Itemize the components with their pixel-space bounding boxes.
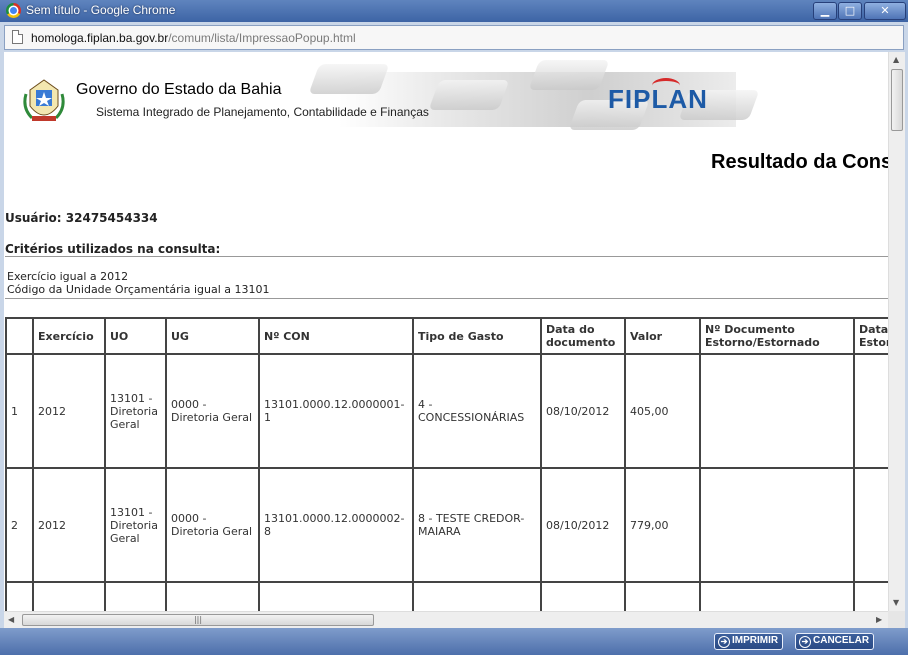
gov-title: Governo do Estado da Bahia (76, 81, 282, 98)
table-cell (104, 581, 167, 611)
table-cell: 8 - TESTE CREDOR-MAIARA (412, 467, 542, 583)
table-cell (853, 581, 888, 611)
bottom-action-bar: ➔ IMPRIMIR ➔ CANCELAR (0, 628, 908, 655)
table-row (5, 581, 888, 611)
column-header-data-documento: Data do documento (540, 317, 626, 355)
url-path: /comum/lista/ImpressaoPopup.html (168, 31, 356, 45)
table-cell (258, 581, 414, 611)
table-header-row: Exercício UO UG Nº CON Tipo de Gasto Dat… (5, 317, 888, 355)
criteria-box: Exercício igual a 2012 Código da Unidade… (5, 256, 888, 299)
criteria-line: Código da Unidade Orçamentária igual a 1… (7, 283, 270, 296)
column-header-index (5, 317, 34, 355)
column-header-tipo-gasto: Tipo de Gasto (412, 317, 542, 355)
address-bar[interactable]: homologa.fiplan.ba.gov.br/comum/lista/Im… (4, 25, 904, 50)
horizontal-scroll-thumb[interactable]: ||| (22, 614, 374, 626)
column-header-data-estorno: Data Estorno (853, 317, 888, 355)
criteria-line: Exercício igual a 2012 (7, 270, 129, 283)
vertical-scrollbar[interactable]: ▲ ▼ (888, 52, 905, 611)
page-title: Resultado da Consulta (711, 151, 888, 173)
table-cell (540, 581, 626, 611)
table-cell (853, 353, 888, 469)
table-cell: 13101 - Diretoria Geral (104, 353, 167, 469)
table-cell (624, 581, 701, 611)
table-cell (165, 581, 260, 611)
table-cell: 13101 - Diretoria Geral (104, 467, 167, 583)
window-titlebar: Sem título - Google Chrome ▁ □ ✕ (0, 0, 908, 22)
scroll-down-arrow-icon[interactable]: ▼ (893, 598, 899, 607)
close-button[interactable]: ✕ (864, 2, 906, 20)
table-cell: 13101.0000.12.0000001-1 (258, 353, 414, 469)
keyboard-key-decoration (308, 64, 390, 94)
url-text[interactable]: homologa.fiplan.ba.gov.br/comum/lista/Im… (31, 31, 356, 45)
table-cell: 2012 (32, 467, 106, 583)
criteria-label: Critérios utilizados na consulta: (5, 242, 221, 256)
page-viewport: Governo do Estado da Bahia Sistema Integ… (4, 52, 888, 611)
horizontal-scrollbar[interactable]: ◀ ||| ▶ (4, 611, 888, 628)
arrow-right-icon: ➔ (799, 636, 811, 648)
vertical-scroll-thumb[interactable] (891, 69, 903, 131)
table-cell: 13101.0000.12.0000002-8 (258, 467, 414, 583)
table-cell: 405,00 (624, 353, 701, 469)
print-button[interactable]: ➔ IMPRIMIR (714, 633, 784, 650)
table-cell: 0000 - Diretoria Geral (165, 353, 260, 469)
table-cell (699, 467, 855, 583)
table-row: 1 2012 13101 - Diretoria Geral 0000 - Di… (5, 353, 888, 469)
table-cell (412, 581, 542, 611)
header-banner: Governo do Estado da Bahia Sistema Integ… (14, 60, 760, 130)
gov-subtitle: Sistema Integrado de Planejamento, Conta… (96, 105, 429, 119)
user-info: Usuário: 32475454334 (5, 211, 158, 225)
table-cell: 2012 (32, 353, 106, 469)
keyboard-key-decoration (528, 60, 610, 90)
arrow-right-icon: ➔ (718, 636, 730, 648)
print-button-label: IMPRIMIR (732, 635, 779, 646)
url-host: homologa.fiplan.ba.gov.br (31, 31, 169, 45)
window-title: Sem título - Google Chrome (26, 3, 176, 17)
column-header-exercicio: Exercício (32, 317, 106, 355)
column-header-ug: UG (165, 317, 260, 355)
scroll-left-arrow-icon[interactable]: ◀ (8, 615, 14, 624)
results-table: Exercício UO UG Nº CON Tipo de Gasto Dat… (5, 317, 888, 611)
scrollbar-corner (888, 611, 905, 628)
table-cell (853, 467, 888, 583)
table-cell: 4 - CONCESSIONÁRIAS (412, 353, 542, 469)
column-header-documento-estorno: Nº Documento Estorno/Estornado (699, 317, 855, 355)
cancel-button-label: CANCELAR (813, 635, 870, 646)
table-cell: 779,00 (624, 467, 701, 583)
page-icon (12, 30, 23, 44)
column-header-uo: UO (104, 317, 167, 355)
table-cell: 1 (5, 353, 34, 469)
scroll-up-arrow-icon[interactable]: ▲ (893, 55, 899, 64)
fiplan-logo: FIPLAN (608, 84, 708, 114)
table-cell: 2 (5, 467, 34, 583)
table-cell: 08/10/2012 (540, 467, 626, 583)
maximize-button[interactable]: □ (838, 2, 862, 20)
column-header-valor: Valor (624, 317, 701, 355)
bahia-crest-icon (23, 79, 65, 121)
table-cell (699, 581, 855, 611)
table-cell (5, 581, 34, 611)
table-cell: 08/10/2012 (540, 353, 626, 469)
keyboard-key-decoration (428, 80, 510, 110)
column-header-n-con: Nº CON (258, 317, 414, 355)
scroll-right-arrow-icon[interactable]: ▶ (876, 615, 882, 624)
table-cell (32, 581, 106, 611)
minimize-button[interactable]: ▁ (813, 2, 837, 20)
chrome-logo-icon (6, 3, 21, 18)
table-row: 2 2012 13101 - Diretoria Geral 0000 - Di… (5, 467, 888, 583)
cancel-button[interactable]: ➔ CANCELAR (795, 633, 875, 650)
table-cell: 0000 - Diretoria Geral (165, 467, 260, 583)
table-cell (699, 353, 855, 469)
